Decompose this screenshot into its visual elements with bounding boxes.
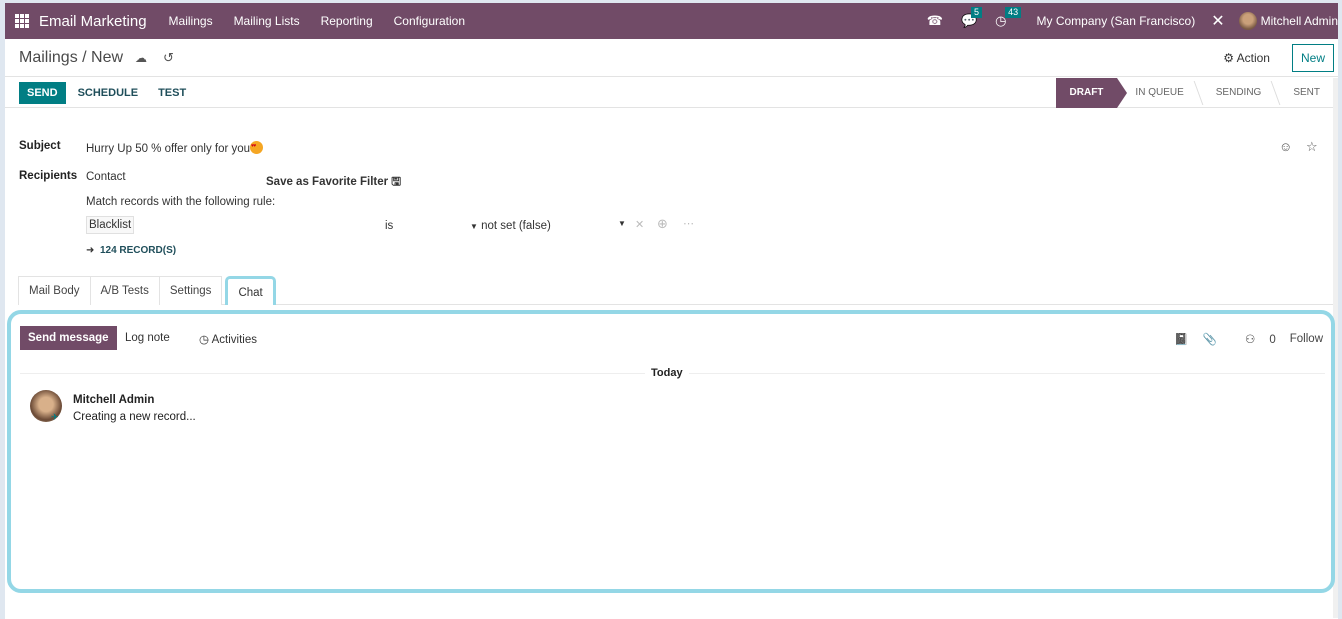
stage-sending[interactable]: SENDING [1198, 78, 1276, 108]
rule-field-select[interactable]: Blacklist [86, 216, 135, 234]
action-label: Action [1236, 50, 1270, 65]
airplane-icon: ✈ [51, 412, 59, 422]
menu-reporting[interactable]: Reporting [321, 14, 373, 28]
tab-chat[interactable]: Chat [225, 276, 276, 305]
chatter-toolbar: 📓 📎 ⚇ 0 Follow [1160, 332, 1329, 346]
clock-icon: ◷ [199, 334, 212, 346]
apps-menu-icon[interactable] [15, 14, 29, 28]
stage-draft[interactable]: DRAFT [1055, 78, 1128, 108]
records-count-link[interactable]: ➜ 124 RECORD(S) [86, 245, 176, 256]
user-menu[interactable]: Mitchell Admin [1261, 14, 1338, 28]
subject-label: Subject [19, 140, 61, 152]
save-cloud-icon[interactable]: ☁ [135, 51, 147, 65]
chatter-panel: Send message Log note ◷ Activities 📓 📎 ⚇… [7, 310, 1335, 593]
stage-sent[interactable]: SENT [1275, 78, 1334, 108]
company-switcher[interactable]: My Company (San Francisco) [1037, 14, 1196, 28]
control-panel: Mailings / New ☁ ↺ ⚙ Action New [5, 39, 1338, 77]
status-bar: SEND SCHEDULE TEST DRAFT IN QUEUE SENDIN… [5, 78, 1338, 108]
send-message-button[interactable]: Send message [20, 326, 117, 350]
messages-badge: 5 [970, 7, 982, 18]
arrow-right-icon: ➜ [86, 245, 95, 256]
activities-label: Activities [211, 334, 257, 346]
person-icon: ⚇ [1245, 334, 1256, 346]
heart-eyes-emoji-icon [250, 141, 264, 154]
menu-mailing-lists[interactable]: Mailing Lists [234, 14, 300, 28]
tab-mail-body[interactable]: Mail Body [18, 276, 91, 305]
add-rule-icon[interactable]: ⊕ [657, 216, 668, 232]
favorite-star-icon[interactable]: ☆ [1306, 139, 1318, 155]
rule-value-select[interactable]: ▼ not set (false) [470, 220, 551, 232]
gear-icon: ⚙ [1223, 50, 1237, 65]
tab-ab-tests[interactable]: A/B Tests [89, 276, 160, 305]
messages-icon[interactable]: 💬 5 [961, 7, 982, 29]
stage-in-queue[interactable]: IN QUEUE [1117, 78, 1197, 108]
odoo-window: Email Marketing Mailings Mailing Lists R… [5, 3, 1338, 619]
subject-field[interactable]: Hurry Up 50 % offer only for you [86, 141, 264, 155]
discard-undo-icon[interactable]: ↺ [163, 50, 174, 66]
action-menu-button[interactable]: ⚙ Action [1223, 51, 1270, 65]
activities-clock-icon[interactable]: ◷ 43 [995, 7, 1022, 29]
message-author[interactable]: Mitchell Admin [73, 394, 154, 406]
user-avatar[interactable] [1238, 12, 1257, 30]
rule-intro-text: Match records with the following rule: [86, 196, 276, 208]
more-options-icon[interactable]: ⋯ [683, 217, 694, 230]
send-button[interactable]: SEND [19, 81, 66, 104]
log-note-button[interactable]: Log note [125, 332, 170, 344]
tab-settings[interactable]: Settings [158, 276, 223, 305]
message-body: Creating a new record... [73, 411, 196, 423]
app-name[interactable]: Email Marketing [39, 13, 147, 30]
delete-rule-icon[interactable]: ✕ [635, 218, 644, 231]
notebook-tabs: Mail Body A/B Tests Settings Chat [18, 276, 276, 305]
recipients-model-select[interactable]: Contact [86, 171, 126, 183]
subject-value: Hurry Up 50 % offer only for you [86, 143, 251, 155]
rule-operator-select[interactable]: is [385, 220, 393, 232]
activities-button[interactable]: ◷ Activities [199, 332, 257, 346]
records-count: 124 RECORD(S) [99, 245, 177, 256]
phone-icon[interactable]: ☎ [927, 13, 943, 29]
activities-badge: 43 [1005, 7, 1022, 18]
floppy-disk-icon: 🖫 [391, 176, 402, 188]
menu-configuration[interactable]: Configuration [394, 14, 465, 28]
test-button[interactable]: TEST [158, 87, 186, 99]
schedule-button[interactable]: SCHEDULE [78, 87, 139, 99]
caret-down-icon: ▼ [470, 222, 478, 231]
rule-value: not set (false) [481, 220, 551, 232]
stage-pipeline: DRAFT IN QUEUE SENDING SENT [1055, 78, 1334, 108]
menu-mailings[interactable]: Mailings [169, 14, 213, 28]
dropdown-caret-icon[interactable]: ▼ [618, 219, 626, 228]
save-favorite-filter-button[interactable]: Save as Favorite Filter 🖫 [266, 174, 401, 193]
book-icon[interactable]: 📓 [1174, 332, 1188, 346]
follow-button[interactable]: Follow [1290, 333, 1323, 345]
emoji-picker-icon[interactable]: ☺ [1279, 139, 1292, 154]
breadcrumb[interactable]: Mailings / New [19, 49, 123, 67]
paperclip-icon[interactable]: 📎 [1203, 332, 1217, 346]
new-button[interactable]: New [1291, 43, 1334, 72]
date-separator: Today [645, 367, 689, 379]
save-favorite-label: Save as Favorite Filter [266, 176, 389, 188]
debug-tools-icon[interactable]: ✕ [1211, 11, 1224, 31]
recipients-label: Recipients [19, 170, 78, 182]
followers-button[interactable]: ⚇ 0 [1231, 332, 1276, 346]
followers-count: 0 [1269, 334, 1276, 346]
top-navbar: Email Marketing Mailings Mailing Lists R… [5, 3, 1338, 39]
